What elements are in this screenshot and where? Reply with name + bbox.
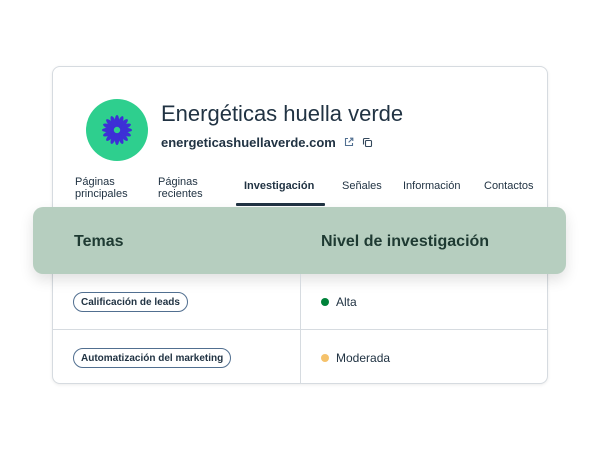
copy-icon[interactable] — [362, 137, 373, 148]
topic-tag[interactable]: Automatización del marketing — [73, 348, 232, 368]
flower-icon — [102, 115, 132, 145]
column-header-temas: Temas — [74, 233, 124, 250]
research-level: Alta — [321, 294, 357, 310]
active-tab-indicator — [236, 203, 325, 206]
research-level: Moderada — [321, 350, 390, 366]
external-link-icon[interactable] — [344, 137, 354, 147]
tab-paginas-principales[interactable]: Páginas principales — [75, 176, 128, 200]
row-divider — [53, 329, 547, 330]
tab-informacion[interactable]: Información — [403, 180, 460, 192]
tab-investigacion[interactable]: Investigación — [244, 180, 314, 192]
status-dot — [321, 298, 329, 306]
domain-row: energeticashuellaverde.com — [161, 133, 373, 151]
company-name: Energéticas huella verde — [161, 101, 404, 126]
status-dot — [321, 354, 329, 362]
tab-contactos[interactable]: Contactos — [484, 180, 534, 192]
company-domain: energeticashuellaverde.com — [161, 134, 336, 150]
column-header-nivel: Nivel de investigación — [321, 233, 490, 250]
tab-senales[interactable]: Señales — [342, 180, 382, 192]
research-level-label: Alta — [336, 295, 357, 309]
tab-paginas-recientes[interactable]: Páginas recientes — [158, 176, 203, 200]
research-level-label: Moderada — [336, 351, 391, 365]
topic-tag[interactable]: Calificación de leads — [73, 292, 188, 312]
company-logo — [86, 99, 148, 161]
